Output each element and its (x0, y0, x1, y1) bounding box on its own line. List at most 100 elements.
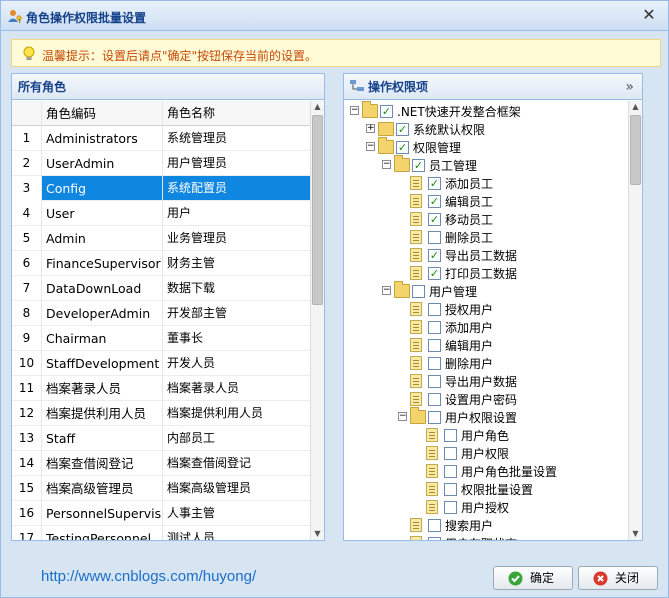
tree-node-label[interactable]: 删除用户 (445, 356, 493, 372)
permission-checkbox[interactable] (428, 339, 441, 352)
permission-checkbox[interactable] (428, 375, 441, 388)
scroll-thumb[interactable] (630, 115, 641, 185)
tree-node-label[interactable]: 用户在职状态 (445, 536, 517, 540)
table-row[interactable]: 17 TestingPersonnel 测试人员 (12, 526, 310, 540)
permission-checkbox[interactable] (428, 357, 441, 370)
tree-node-label[interactable]: 打印员工数据 (445, 266, 517, 282)
tree-node[interactable]: 编辑用户 (344, 337, 628, 355)
tree-node-label[interactable]: 搜索用户 (445, 518, 493, 534)
permission-checkbox[interactable] (444, 501, 457, 514)
table-row[interactable]: 2 UserAdmin 用户管理员 (12, 151, 310, 176)
permission-checkbox[interactable]: ✓ (412, 159, 425, 172)
tree-node-label[interactable]: 权限批量设置 (461, 482, 533, 498)
tree-node[interactable]: 用户角色批量设置 (344, 463, 628, 481)
column-header-name[interactable]: 角色名称 (163, 101, 310, 126)
expand-icon[interactable]: + (366, 124, 375, 133)
table-row[interactable]: 6 FinanceSupervisor 财务主管 (12, 251, 310, 276)
tree-node-label[interactable]: 移动员工 (445, 212, 493, 228)
tree-node-label[interactable]: 用户权限 (461, 446, 509, 462)
tree-node-label[interactable]: 导出用户数据 (445, 374, 517, 390)
table-row[interactable]: 10 StaffDevelopment 开发人员 (12, 351, 310, 376)
table-row[interactable]: 8 DeveloperAdmin 开发部主管 (12, 301, 310, 326)
table-row[interactable]: 7 DataDownLoad 数据下载 (12, 276, 310, 301)
tree-node[interactable]: − ✓ .NET快速开发整合框架 (344, 101, 628, 121)
permission-checkbox[interactable] (428, 537, 441, 540)
permission-checkbox[interactable] (428, 321, 441, 334)
tree-node-label[interactable]: 用户权限设置 (445, 410, 517, 426)
collapse-icon[interactable]: − (350, 106, 359, 115)
tree-node[interactable]: 用户角色 (344, 427, 628, 445)
collapse-icon[interactable]: − (366, 142, 375, 151)
tree-node-label[interactable]: 授权用户 (445, 302, 493, 318)
tree-node-label[interactable]: 添加用户 (445, 320, 493, 336)
permission-checkbox[interactable] (412, 285, 425, 298)
tree-scrollbar[interactable]: ▲ ▼ (628, 101, 642, 540)
tree-node-label[interactable]: 用户管理 (429, 284, 477, 300)
tree-node-label[interactable]: 删除员工 (445, 230, 493, 246)
table-row[interactable]: 11 档案著录人员 档案著录人员 (12, 376, 310, 401)
tree-node[interactable]: 搜索用户 (344, 517, 628, 535)
scroll-up-icon[interactable]: ▲ (629, 101, 642, 113)
table-row[interactable]: 14 档案查借阅登记 档案查借阅登记 (12, 451, 310, 476)
close-icon[interactable]: ✕ (640, 6, 658, 24)
tree-node[interactable]: 用户授权 (344, 499, 628, 517)
permission-checkbox[interactable] (444, 483, 457, 496)
collapse-panel-icon[interactable]: » (625, 74, 634, 100)
permission-checkbox[interactable]: ✓ (396, 141, 409, 154)
table-row[interactable]: 3 Config 系统配置员 (12, 176, 310, 201)
tree-node-label[interactable]: 用户角色 (461, 428, 509, 444)
scroll-down-icon[interactable]: ▼ (311, 528, 324, 540)
table-row[interactable]: 16 PersonnelSupervis 人事主管 (12, 501, 310, 526)
tree-node-label[interactable]: 权限管理 (413, 140, 461, 156)
permission-checkbox[interactable]: ✓ (428, 177, 441, 190)
tree-node[interactable]: ✓ 打印员工数据 (344, 265, 628, 283)
tree-node[interactable]: 权限批量设置 (344, 481, 628, 499)
tree-node-label[interactable]: .NET快速开发整合框架 (397, 104, 521, 120)
tree-node[interactable]: 删除员工 (344, 229, 628, 247)
column-header-code[interactable]: 角色编码 (42, 101, 163, 126)
tree-node-label[interactable]: 设置用户密码 (445, 392, 517, 408)
tree-node[interactable]: ✓ 添加员工 (344, 175, 628, 193)
tree-node[interactable]: − 用户管理 (344, 281, 628, 301)
permission-checkbox[interactable] (428, 519, 441, 532)
table-row[interactable]: 15 档案高级管理员 档案高级管理员 (12, 476, 310, 501)
tree-node-label[interactable]: 用户角色批量设置 (461, 464, 557, 480)
ok-button[interactable]: 确定 (493, 566, 573, 590)
permission-checkbox[interactable] (428, 231, 441, 244)
blog-link[interactable]: http://www.cnblogs.com/huyong/ (41, 568, 256, 585)
scroll-down-icon[interactable]: ▼ (629, 528, 642, 540)
tree-node[interactable]: ✓ 导出员工数据 (344, 247, 628, 265)
table-row[interactable]: 9 Chairman 董事长 (12, 326, 310, 351)
permission-checkbox[interactable]: ✓ (396, 123, 409, 136)
permission-checkbox[interactable] (444, 429, 457, 442)
tree-node-label[interactable]: 系统默认权限 (413, 122, 485, 138)
tree-node[interactable]: ✓ 移动员工 (344, 211, 628, 229)
permission-checkbox[interactable]: ✓ (428, 249, 441, 262)
title-bar[interactable]: 角色操作权限批量设置 ✕ (1, 1, 668, 31)
close-button[interactable]: 关闭 (578, 566, 658, 590)
table-row[interactable]: 12 档案提供利用人员 档案提供利用人员 (12, 401, 310, 426)
roles-scrollbar[interactable]: ▲ ▼ (310, 101, 324, 540)
scroll-thumb[interactable] (312, 115, 323, 305)
collapse-icon[interactable]: − (382, 160, 391, 169)
tree-node-label[interactable]: 员工管理 (429, 158, 477, 174)
permission-checkbox[interactable]: ✓ (428, 213, 441, 226)
tree-node[interactable]: 设置用户密码 (344, 391, 628, 409)
tree-node-label[interactable]: 添加员工 (445, 176, 493, 192)
permission-checkbox[interactable] (428, 393, 441, 406)
tree-node-label[interactable]: 编辑员工 (445, 194, 493, 210)
tree-node[interactable]: ✓ 编辑员工 (344, 193, 628, 211)
permission-checkbox[interactable]: ✓ (428, 267, 441, 280)
tree-node[interactable]: − ✓ 员工管理 (344, 155, 628, 175)
permission-checkbox[interactable] (444, 465, 457, 478)
tree-node[interactable]: 导出用户数据 (344, 373, 628, 391)
tree-node[interactable]: 用户在职状态 (344, 535, 628, 540)
permission-checkbox[interactable] (428, 303, 441, 316)
table-row[interactable]: 13 Staff 内部员工 (12, 426, 310, 451)
tree-node-label[interactable]: 编辑用户 (445, 338, 493, 354)
tree-node-label[interactable]: 用户授权 (461, 500, 509, 516)
tree-node[interactable]: 添加用户 (344, 319, 628, 337)
tree-node[interactable]: − 用户权限设置 (344, 407, 628, 427)
tree-node[interactable]: 用户权限 (344, 445, 628, 463)
permission-checkbox[interactable]: ✓ (428, 195, 441, 208)
